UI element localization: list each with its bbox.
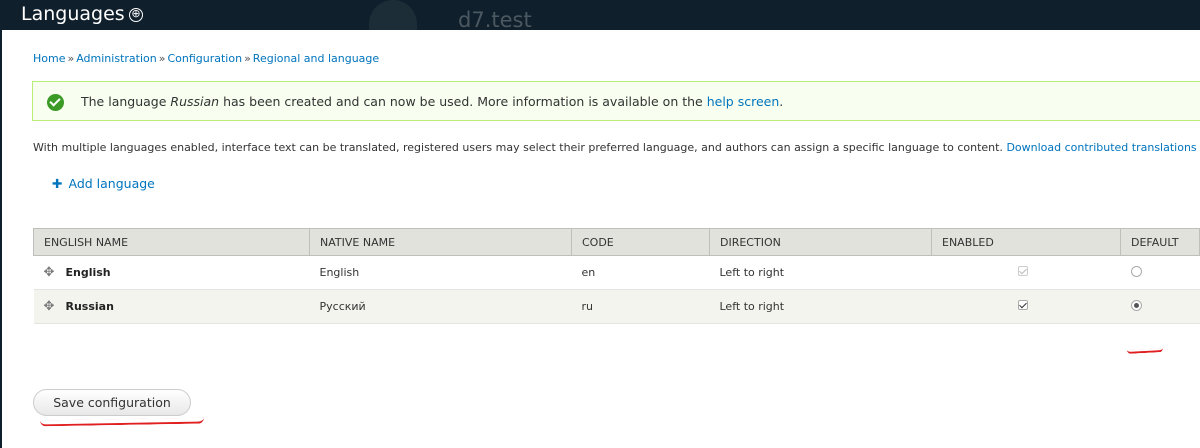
red-annotation-underline [39,417,205,427]
english-name-cell: ✥ English [33,255,310,290]
native-name: Русский [309,289,572,324]
languages-table: ENGLISH NAME NATIVE NAME CODE DIRECTION … [33,228,1200,324]
help-screen-link[interactable]: help screen [707,94,780,109]
message-language: Russian [170,94,220,109]
enabled-cell [931,289,1121,324]
breadcrumb-regional-language[interactable]: Regional and language [253,52,379,65]
default-cell [1120,255,1200,290]
breadcrumb: Home» Administration» Configuration» Region… [33,52,379,65]
content-page: Home» Administration» Configuration» Region… [2,30,1200,448]
drag-handle-icon[interactable]: ✥ [44,265,56,280]
add-language-label: Add language [68,176,155,191]
table-header-row: ENGLISH NAME NATIVE NAME CODE DIRECTION … [33,228,1200,256]
description-text: With multiple languages enabled, interfa… [33,141,1003,154]
english-name-cell: ✥ Russian [33,289,310,324]
save-configuration-button[interactable]: Save configuration [33,389,191,416]
message-prefix: The language [81,94,171,109]
english-name: English [65,266,111,279]
plus-icon: ✚ [52,176,63,191]
table-row: ✥ English English en Left to right [33,255,1200,290]
checkmark-icon [47,94,64,111]
default-radio[interactable] [1130,299,1142,311]
column-code: CODE [571,228,710,256]
admin-toolbar: Languages ⊕ d7.test [0,0,1200,32]
download-translations-link[interactable]: Download contributed translations [1006,141,1196,154]
breadcrumb-home[interactable]: Home [33,52,65,65]
enabled-checkbox[interactable] [1017,266,1028,276]
native-name: English [309,255,572,290]
default-cell [1120,289,1200,324]
breadcrumb-configuration[interactable]: Configuration [167,52,242,65]
column-default: DEFAULT [1120,228,1200,256]
drag-handle-icon[interactable]: ✥ [44,299,56,314]
default-radio[interactable] [1130,265,1142,277]
column-enabled: ENABLED [931,228,1121,256]
message-middle: has been created and can now be used. Mo… [219,94,707,109]
language-code: ru [571,289,710,324]
message-suffix: . [779,94,784,109]
page-title: Languages [21,3,125,25]
status-message: The language Russian has been created an… [32,81,1200,121]
language-code: en [571,255,710,290]
breadcrumb-administration[interactable]: Administration [76,52,157,65]
status-message-text: The language Russian has been created an… [81,94,783,109]
enabled-checkbox[interactable] [1017,300,1028,310]
add-language-link[interactable]: ✚ Add language [52,176,155,191]
enabled-cell [931,255,1121,290]
english-name: Russian [65,300,114,313]
column-direction: DIRECTION [709,228,932,256]
page-description: With multiple languages enabled, interfa… [33,141,1200,154]
table-row: ✥ Russian Русский ru Left to right [33,289,1200,324]
red-annotation-underline [1126,348,1164,354]
site-name: d7.test [458,8,532,32]
column-english-name: ENGLISH NAME [33,228,310,256]
direction: Left to right [709,289,932,324]
breadcrumb-separator: » [244,52,251,65]
avatar [369,0,417,30]
breadcrumb-separator: » [67,52,75,65]
direction: Left to right [709,255,932,290]
add-shortcut-icon[interactable]: ⊕ [129,8,143,22]
column-native-name: NATIVE NAME [309,228,572,256]
breadcrumb-separator: » [158,52,166,65]
